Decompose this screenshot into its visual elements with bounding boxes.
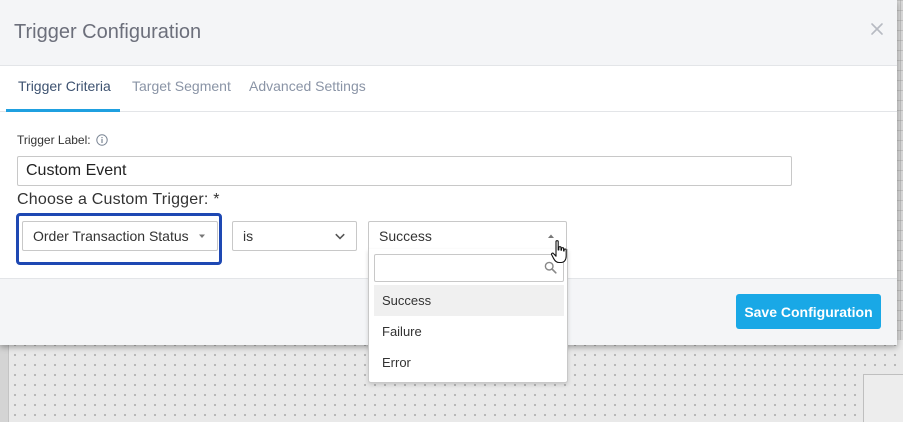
caret-down-icon (199, 234, 205, 238)
trigger-label-heading: Trigger Label: (17, 133, 108, 147)
chevron-down-icon (335, 233, 345, 240)
close-icon[interactable] (869, 21, 885, 37)
choose-trigger-heading: Choose a Custom Trigger: * (17, 191, 220, 208)
dropdown-option-success[interactable]: Success (374, 285, 564, 316)
value-select[interactable]: Success (368, 221, 567, 251)
canvas-corner-panel (863, 374, 903, 422)
dropdown-option-failure[interactable]: Failure (374, 316, 564, 347)
info-icon[interactable] (95, 134, 108, 146)
tab-bar: Trigger Criteria Target Segment Advanced… (0, 66, 897, 112)
modal-header: Trigger Configuration (0, 0, 897, 66)
modal-title: Trigger Configuration (14, 21, 202, 43)
canvas-left-edge (0, 340, 9, 422)
active-tab-indicator (6, 109, 120, 112)
value-dropdown-menu: Success Failure Error (368, 249, 568, 383)
operator-select-value: is (243, 228, 254, 244)
tab-target-segment[interactable]: Target Segment (132, 78, 231, 112)
dropdown-option-error[interactable]: Error (374, 347, 564, 378)
trigger-label-input[interactable] (17, 156, 792, 186)
trigger-select-value: Order Transaction Status (33, 228, 189, 244)
trigger-label-text: Trigger Label: (17, 133, 91, 147)
value-select-value: Success (379, 228, 432, 244)
tab-trigger-criteria[interactable]: Trigger Criteria (18, 78, 111, 112)
dropdown-search-input[interactable] (374, 254, 564, 282)
trigger-select[interactable]: Order Transaction Status (22, 221, 218, 251)
save-configuration-button[interactable]: Save Configuration (736, 294, 881, 329)
hand-cursor-icon (550, 240, 567, 264)
tab-advanced-settings[interactable]: Advanced Settings (249, 78, 366, 112)
operator-select[interactable]: is (232, 221, 357, 251)
